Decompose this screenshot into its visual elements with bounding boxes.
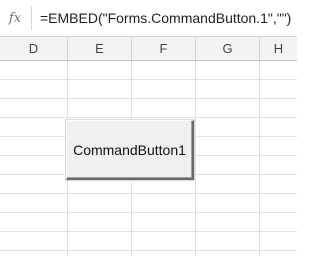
- formula-input[interactable]: =EMBED("Forms.CommandButton.1",""): [34, 0, 297, 36]
- formula-bar: fx =EMBED("Forms.CommandButton.1",""): [0, 0, 297, 37]
- column-header-d[interactable]: D: [0, 37, 68, 60]
- command-button[interactable]: CommandButton1: [66, 120, 194, 180]
- gridline: [195, 61, 196, 256]
- column-headers: D E F G H: [0, 37, 297, 61]
- column-header-g[interactable]: G: [196, 37, 260, 60]
- column-header-f[interactable]: F: [132, 37, 196, 60]
- formula-bar-divider: [31, 6, 32, 30]
- insert-function-icon[interactable]: fx: [0, 0, 30, 36]
- column-header-h[interactable]: H: [260, 37, 297, 60]
- gridline: [259, 61, 260, 256]
- column-header-e[interactable]: E: [68, 37, 132, 60]
